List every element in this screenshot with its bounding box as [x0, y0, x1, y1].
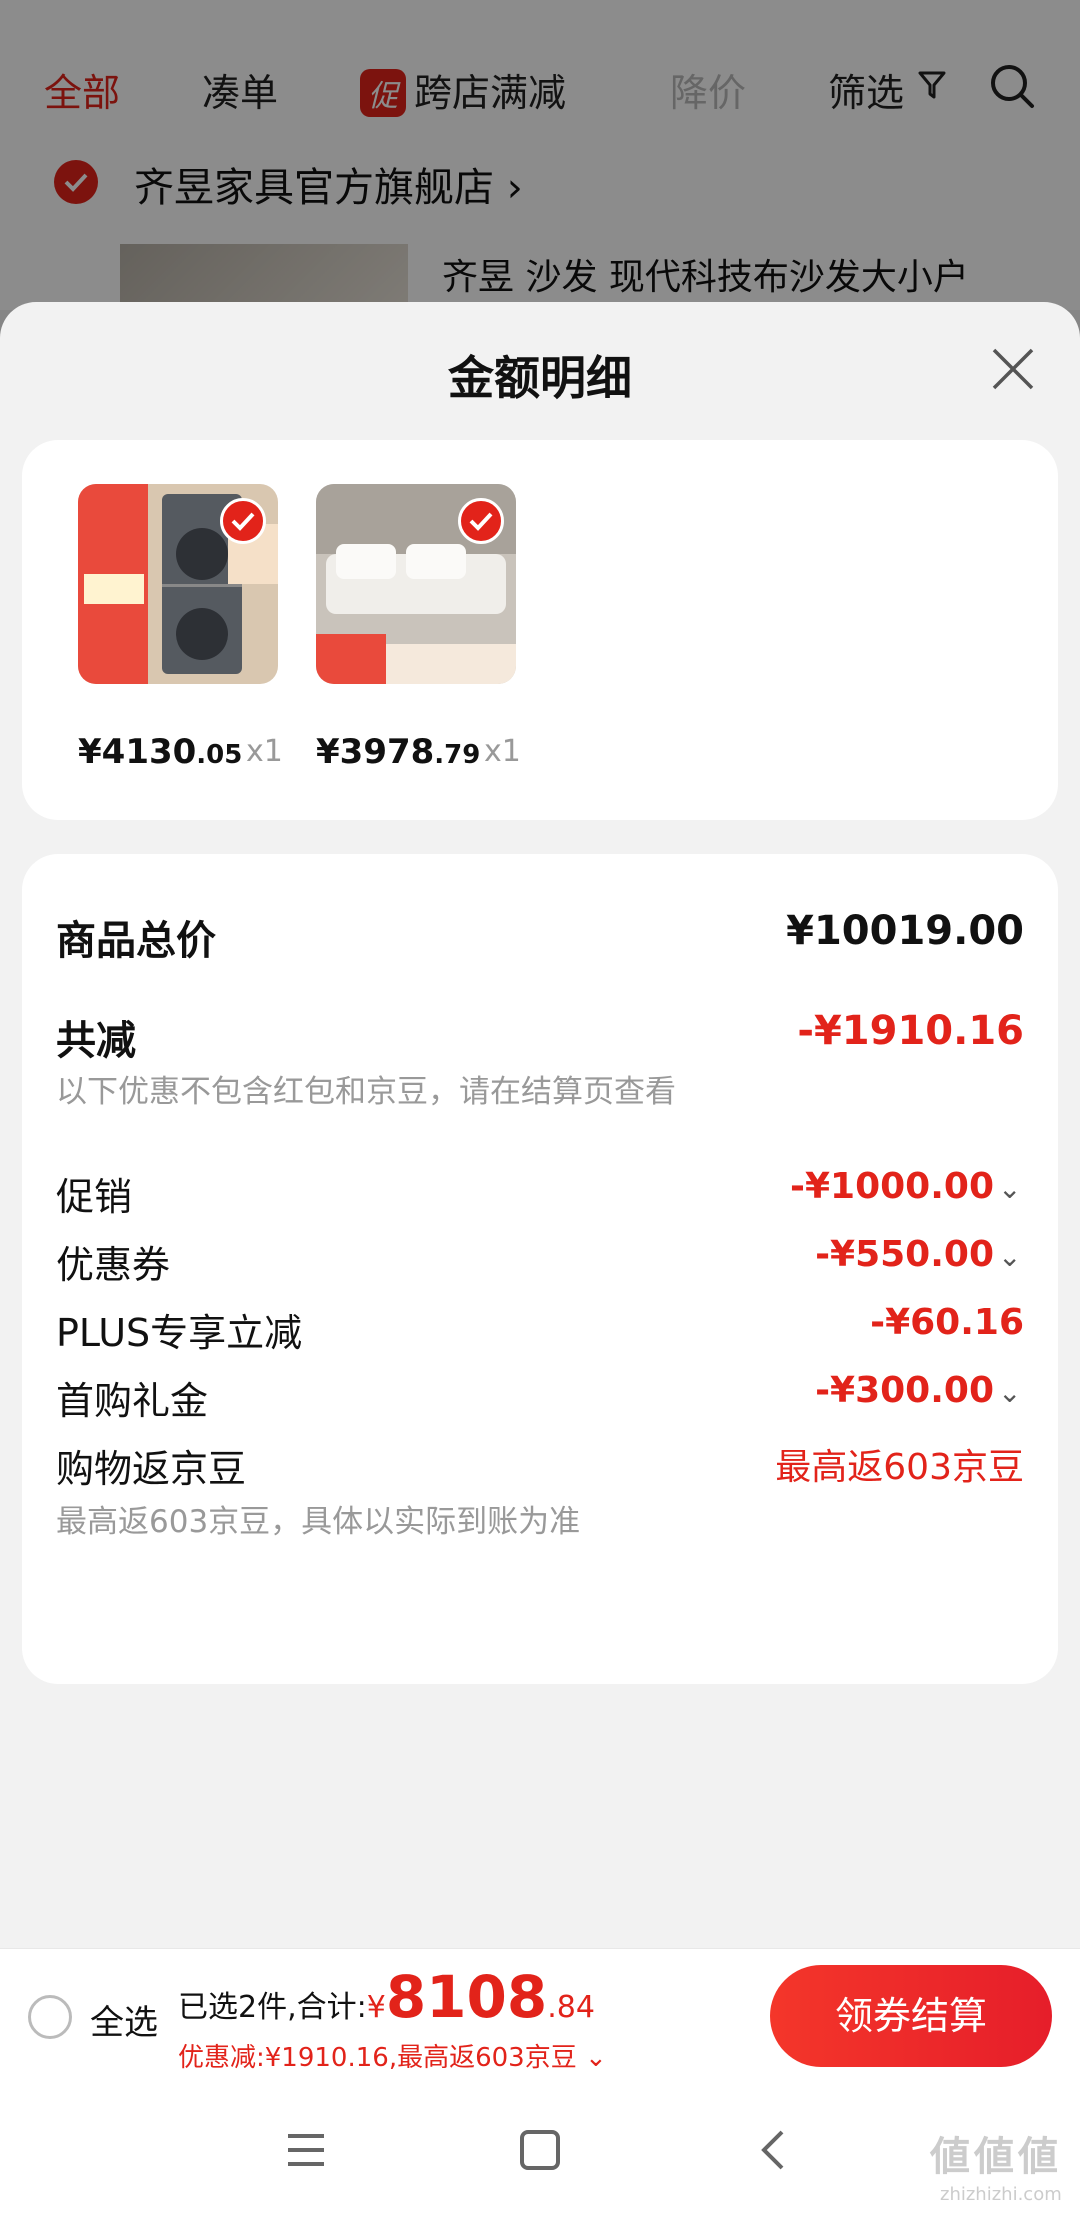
back-icon[interactable]	[758, 2128, 788, 2172]
chevron-down-icon[interactable]: ⌄	[998, 1240, 1024, 1273]
coupon-amount: -¥550.00	[815, 1234, 994, 1275]
item-price-integer: ¥3978	[316, 732, 435, 772]
total-price-value: ¥10019.00	[786, 908, 1024, 954]
item-price: ¥4130.05	[78, 732, 242, 772]
item-check-icon	[220, 498, 266, 544]
total-decimal: .84	[547, 1990, 595, 2025]
amount-detail-sheet: 金额明细 ¥4130.05 x1 ¥3978.79 x1 商品总价 ¥10019…	[0, 302, 1080, 2215]
chevron-down-icon: ⌄	[584, 2043, 607, 2073]
watermark-url: zhizhizhi.com	[940, 2184, 1062, 2205]
reduction-label: 共减	[56, 1018, 136, 1064]
beans-label: 购物返京豆	[56, 1447, 247, 1491]
item-quantity: x1	[484, 734, 521, 769]
item-price-decimal: .79	[434, 740, 481, 770]
beans-note: 最高返603京豆，具体以实际到账为准	[56, 1504, 581, 1540]
item-quantity: x1	[246, 734, 283, 769]
beans-value: 最高返603京豆	[775, 1447, 1024, 1488]
amount-detail-card: 商品总价 ¥10019.00 共减 -¥1910.16 以下优惠不包含红包和京豆…	[22, 854, 1058, 1684]
coupon-value: -¥550.00 ⌄	[815, 1234, 1024, 1275]
chevron-down-icon[interactable]: ⌄	[998, 1172, 1024, 1205]
item-price-integer: ¥4130	[78, 732, 197, 772]
currency-symbol: ¥	[366, 1990, 386, 2025]
total-integer: 8108	[385, 1963, 548, 2031]
checkout-button[interactable]: 领券结算	[770, 1965, 1052, 2067]
discount-summary[interactable]: 优惠减:¥1910.16,最高返603京豆 ⌄	[178, 2037, 607, 2074]
plus-discount-label: PLUS专享立减	[56, 1311, 303, 1355]
item-check-icon	[458, 498, 504, 544]
reduction-note: 以下优惠不包含红包和京豆，请在结算页查看	[56, 1074, 676, 1110]
plus-discount-value: -¥60.16	[870, 1302, 1024, 1343]
checkout-bar: 全选 已选2件,合计:¥8108.84 优惠减:¥1910.16,最高返603京…	[0, 1948, 1080, 2084]
first-purchase-label: 首购礼金	[56, 1379, 209, 1423]
sheet-title: 金额明细	[448, 351, 632, 405]
item-price: ¥3978.79	[316, 732, 480, 772]
system-navigation-bar: 値値値 zhizhizhi.com	[0, 2084, 1080, 2215]
coupon-label: 优惠券	[56, 1243, 171, 1287]
recent-apps-icon[interactable]	[286, 2132, 326, 2168]
home-icon[interactable]	[520, 2130, 560, 2170]
promo-amount: -¥1000.00	[790, 1166, 994, 1207]
discount-summary-text: 优惠减:¥1910.16,最高返603京豆	[178, 2043, 577, 2073]
first-purchase-amount: -¥300.00	[815, 1370, 994, 1411]
select-all-label[interactable]: 全选	[90, 1995, 158, 2044]
item-price-decimal: .05	[196, 740, 243, 770]
first-purchase-value: -¥300.00 ⌄	[815, 1370, 1024, 1411]
selected-count-text: 已选2件,合计:	[178, 1990, 367, 2025]
promo-value: -¥1000.00 ⌄	[790, 1166, 1024, 1207]
chevron-down-icon[interactable]: ⌄	[998, 1376, 1024, 1409]
reduction-value: -¥1910.16	[797, 1008, 1024, 1054]
watermark-logo: 値値値	[930, 2134, 1062, 2180]
select-all-radio[interactable]	[28, 1995, 72, 2039]
close-icon[interactable]	[988, 344, 1038, 394]
promo-label: 促销	[56, 1175, 133, 1219]
selected-items-card: ¥4130.05 x1 ¥3978.79 x1	[22, 440, 1058, 820]
total-summary: 已选2件,合计:¥8108.84	[178, 1963, 595, 2031]
total-price-label: 商品总价	[56, 918, 216, 964]
